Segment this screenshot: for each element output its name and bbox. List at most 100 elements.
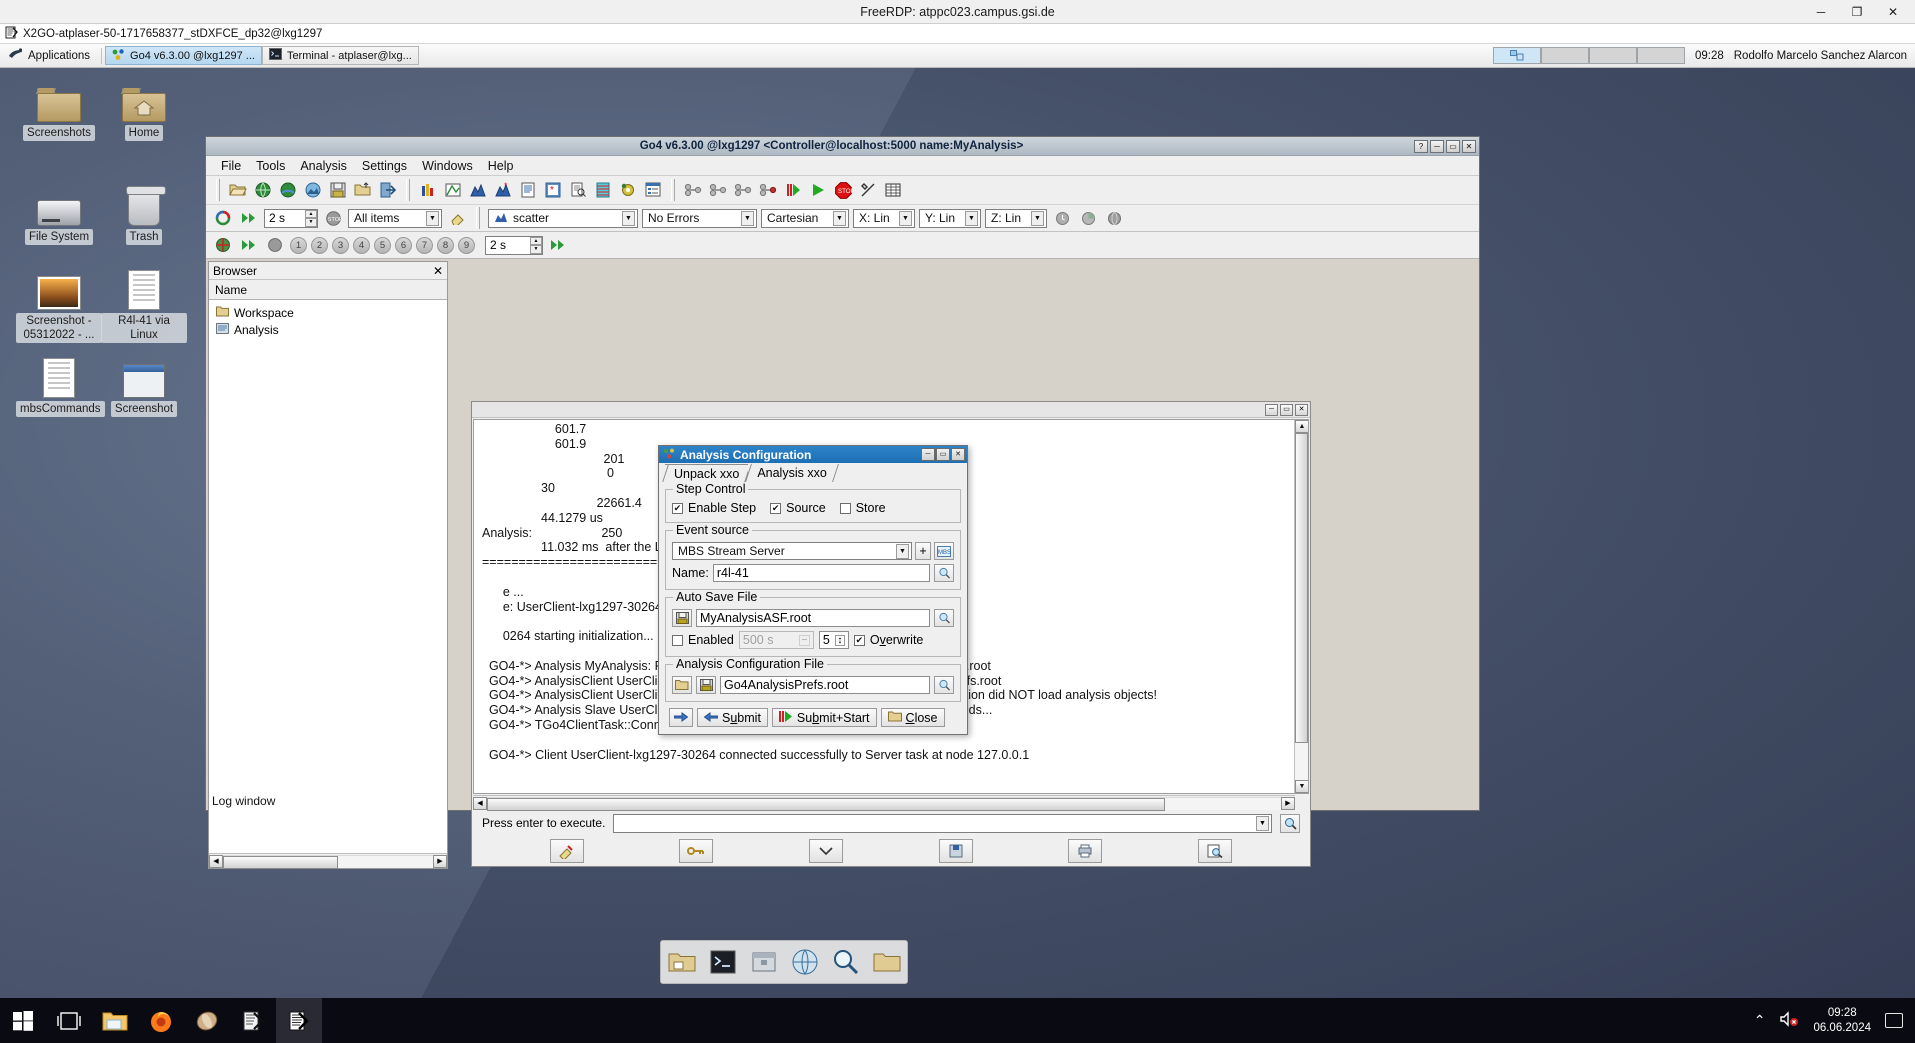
- pie-icon[interactable]: [1077, 207, 1099, 229]
- scroll-left-button[interactable]: ◀: [209, 854, 223, 868]
- analysis-start-icon[interactable]: [757, 179, 779, 201]
- analysis-start-disabled-icon[interactable]: [732, 179, 754, 201]
- desktop-icon-home[interactable]: Home: [101, 76, 187, 141]
- explorer-icon[interactable]: [92, 998, 138, 1043]
- checkbox-box[interactable]: ✔: [672, 502, 683, 514]
- desktop-icon-file-system[interactable]: File System: [16, 180, 102, 245]
- submit-button[interactable]: Submit: [697, 708, 768, 727]
- dialog-maximize-button[interactable]: ▭: [936, 448, 950, 461]
- menu-analysis[interactable]: Analysis: [293, 157, 354, 175]
- add-source-button[interactable]: +: [915, 542, 931, 560]
- chevron-down-icon[interactable]: ▼: [896, 543, 909, 559]
- xming-icon[interactable]: [230, 998, 276, 1043]
- analysis-config-icon[interactable]: [682, 179, 704, 201]
- browse-icon[interactable]: [934, 676, 954, 694]
- pad-interval-spinner[interactable]: 2 s ▲ ▼: [485, 235, 543, 255]
- browse-remote-icon[interactable]: [252, 179, 274, 201]
- search-icon[interactable]: [830, 946, 862, 978]
- close-icon[interactable]: ✕: [433, 264, 443, 278]
- freerdp-minimize-button[interactable]: ─: [1803, 0, 1839, 24]
- key-icon[interactable]: [679, 839, 714, 863]
- archive-icon[interactable]: [748, 946, 780, 978]
- apply-button[interactable]: [669, 708, 693, 727]
- connect-globe-icon[interactable]: [277, 179, 299, 201]
- analysis-submit-icon[interactable]: [707, 179, 729, 201]
- eraser-icon[interactable]: [446, 207, 468, 229]
- http-server-icon[interactable]: [302, 179, 324, 201]
- chevron-down-icon[interactable]: ▼: [1256, 815, 1269, 831]
- tray-expand-icon[interactable]: ⌃: [1754, 1012, 1766, 1029]
- window-list-icon[interactable]: [642, 179, 664, 201]
- sphere-icon[interactable]: [1103, 207, 1125, 229]
- workspace-2[interactable]: [1540, 47, 1589, 64]
- command-input[interactable]: ▼: [613, 813, 1272, 833]
- taskbar-item-go4[interactable]: Go4 v6.3.00 @lxg1297 ...: [105, 46, 262, 65]
- refresh-interval-spinner[interactable]: 2 s ▲ ▼: [264, 208, 318, 228]
- log-horizontal-scrollbar[interactable]: ◀ ▶: [473, 795, 1295, 811]
- save-log-icon[interactable]: [938, 839, 973, 863]
- search-icon[interactable]: [1280, 813, 1300, 833]
- chevron-down-icon[interactable]: ▼: [1031, 210, 1044, 226]
- checkbox-box[interactable]: ✔: [853, 634, 865, 646]
- scroll-up-button[interactable]: ▲: [1295, 420, 1308, 433]
- workspace-pager[interactable]: [1492, 47, 1685, 64]
- scroll-track[interactable]: [223, 854, 433, 869]
- chevron-down-icon[interactable]: ▼: [965, 210, 978, 226]
- submit-start-button[interactable]: Submit+Start: [771, 708, 877, 727]
- desktop-icon-trash[interactable]: Trash: [101, 180, 187, 245]
- chevron-down-icon[interactable]: ▼: [741, 210, 754, 226]
- stop-icon[interactable]: STOP: [832, 179, 854, 201]
- overwrite-checkbox[interactable]: ✔ Overwrite: [853, 633, 923, 647]
- start-icon[interactable]: [0, 998, 46, 1043]
- desktop-icon-screenshots[interactable]: Screenshots: [16, 76, 102, 141]
- menu-help[interactable]: Help: [481, 157, 521, 175]
- auto-save-enabled-checkbox[interactable]: Enabled: [672, 633, 734, 647]
- run-fast-icon[interactable]: [547, 234, 569, 256]
- log-vertical-scrollbar[interactable]: ▲ ▼: [1294, 420, 1308, 793]
- log-maximize-button[interactable]: ▭: [1280, 403, 1293, 416]
- pad-button-6[interactable]: 6: [395, 236, 412, 254]
- taskbar-item-terminal[interactable]: Terminal - atplaser@lxg...: [261, 46, 419, 65]
- pad-button-8[interactable]: 8: [437, 236, 454, 254]
- desktop-icon-r4l41-via-linux[interactable]: R4l-41 via Linux: [101, 264, 187, 343]
- fast-forward-icon[interactable]: [238, 207, 260, 229]
- enable-step-checkbox[interactable]: ✔ Enable Step: [672, 501, 756, 515]
- firefox-icon[interactable]: [138, 998, 184, 1043]
- grid-icon[interactable]: [212, 234, 234, 256]
- histogram-icon[interactable]: [417, 179, 439, 201]
- start-all-icon[interactable]: [782, 179, 804, 201]
- applications-menu[interactable]: Applications: [0, 47, 98, 64]
- app-icon[interactable]: [184, 998, 230, 1043]
- toolbar-grip[interactable]: [406, 179, 410, 201]
- tab-analysis-xxo[interactable]: Analysis xxo: [748, 464, 836, 482]
- terminal-icon[interactable]: [707, 946, 739, 978]
- exit-icon[interactable]: [377, 179, 399, 201]
- print-icon[interactable]: [1068, 839, 1103, 863]
- tree-item-workspace[interactable]: Workspace: [213, 304, 447, 321]
- dialog-close-button[interactable]: ✕: [951, 448, 965, 461]
- save-as-icon[interactable]: [352, 179, 374, 201]
- log-close-button[interactable]: ✕: [1295, 403, 1308, 416]
- browser-horizontal-scrollbar[interactable]: ◀ ▶: [209, 853, 447, 869]
- scroll-track[interactable]: [487, 796, 1281, 811]
- menu-settings[interactable]: Settings: [355, 157, 414, 175]
- draw-histogram-icon[interactable]: [467, 179, 489, 201]
- chevron-down-icon[interactable]: ▼: [426, 210, 439, 226]
- chevron-down-icon[interactable]: ▼: [899, 210, 912, 226]
- go4-minimize-button[interactable]: ─: [1430, 139, 1444, 153]
- checkbox-box[interactable]: [839, 502, 851, 514]
- desktop-icon-mbscommands[interactable]: mbsCommands: [16, 352, 105, 417]
- pad-button-7[interactable]: 7: [416, 236, 433, 254]
- freerdp-close-button[interactable]: ✕: [1875, 0, 1911, 24]
- z-scale-combo[interactable]: Z: Lin ▼: [985, 208, 1047, 228]
- menu-tools[interactable]: Tools: [249, 157, 292, 175]
- task-view-icon[interactable]: [46, 998, 92, 1043]
- browser-icon[interactable]: [789, 946, 821, 978]
- chevron-down-icon[interactable]: ▼: [622, 210, 635, 226]
- workspace-3[interactable]: [1588, 47, 1637, 64]
- errors-combo[interactable]: No Errors ▼: [642, 208, 757, 228]
- fast-forward-icon[interactable]: [238, 234, 260, 256]
- auto-save-compression-spinner[interactable]: 5 ↕: [818, 631, 849, 649]
- menu-windows[interactable]: Windows: [415, 157, 480, 175]
- checkbox-box[interactable]: ✔: [770, 502, 782, 514]
